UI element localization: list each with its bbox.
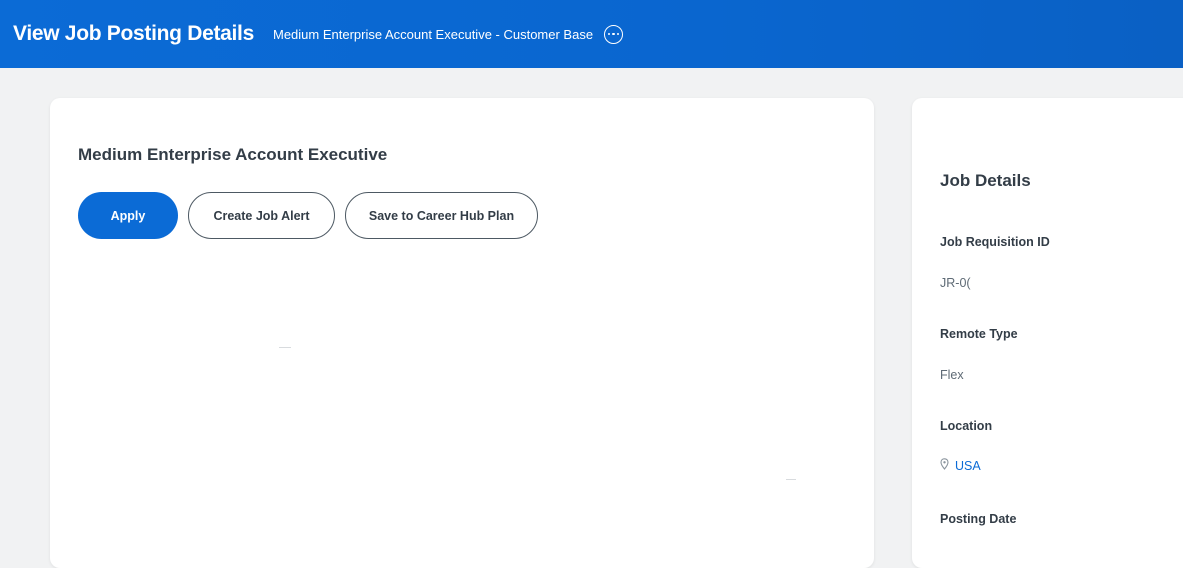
action-buttons: Apply Create Job Alert Save to Career Hu… — [78, 192, 538, 239]
location-label: Location — [940, 419, 993, 433]
job-details-heading: Job Details — [940, 171, 1031, 190]
save-to-career-hub-plan-button[interactable]: Save to Career Hub Plan — [345, 192, 538, 239]
job-details-panel: Job Details Job Requisition ID JR-0( Rem… — [912, 98, 1183, 568]
page-header: View Job Posting Details Medium Enterpri… — [0, 0, 1183, 68]
job-requisition-id-value: JR-0( — [940, 276, 971, 290]
location-link[interactable]: USA — [955, 459, 981, 473]
page-title: View Job Posting Details — [13, 22, 254, 45]
remote-type-value: Flex — [940, 368, 964, 382]
create-job-alert-button[interactable]: Create Job Alert — [188, 192, 335, 239]
divider — [279, 347, 291, 348]
job-requisition-id-label: Job Requisition ID — [940, 235, 1050, 249]
more-options-icon[interactable] — [604, 24, 624, 44]
location-pin-icon — [940, 457, 949, 475]
apply-button[interactable]: Apply — [78, 192, 178, 239]
job-posting-subtitle: Medium Enterprise Account Executive - Cu… — [272, 26, 594, 42]
job-posting-card: Medium Enterprise Account Executive Appl… — [50, 98, 874, 568]
location-value: USA — [940, 457, 981, 475]
divider — [786, 479, 796, 480]
remote-type-label: Remote Type — [940, 327, 1018, 341]
posting-date-label: Posting Date — [940, 512, 1017, 526]
job-title: Medium Enterprise Account Executive — [78, 145, 388, 164]
